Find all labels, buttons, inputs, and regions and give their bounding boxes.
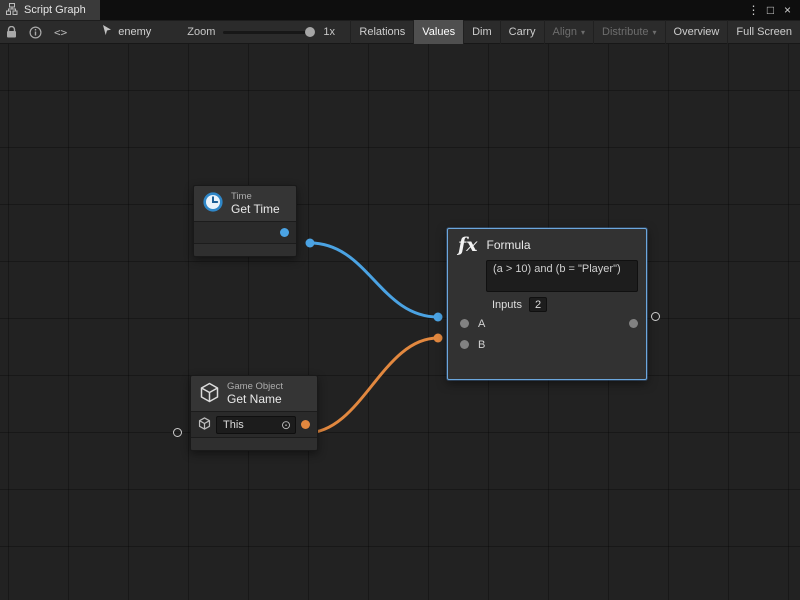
get-name-target-row: This ⊙	[191, 411, 317, 437]
node-get-name[interactable]: Game Object Get Name This ⊙	[190, 375, 318, 451]
wire-gettime-to-formula[interactable]	[310, 243, 438, 317]
formula-external-output-port[interactable]	[651, 312, 660, 321]
node-formula-header[interactable]: fx Formula	[448, 229, 646, 256]
formula-output-port[interactable]	[629, 319, 638, 328]
zoom-value: 1x	[323, 26, 335, 38]
port-label: B	[478, 339, 485, 351]
formula-input-row-b: B	[448, 334, 646, 355]
graph-reference[interactable]: enemy	[101, 24, 151, 40]
values-button[interactable]: Values	[413, 20, 463, 44]
node-formula[interactable]: fx Formula (a > 10) and (b = "Player") I…	[447, 228, 647, 380]
info-icon[interactable]	[23, 21, 48, 43]
get-time-output-row	[194, 221, 296, 243]
chevron-down-icon: ▾	[653, 28, 657, 37]
node-title: Get Name	[227, 392, 283, 406]
node-get-time-header[interactable]: Time Get Time	[194, 186, 296, 221]
zoom-slider-handle[interactable]	[305, 27, 315, 37]
node-title: Formula	[487, 238, 531, 252]
formula-expression-input[interactable]: (a > 10) and (b = "Player")	[486, 260, 638, 292]
formula-input-row-a: A	[448, 313, 646, 334]
graph-pointer-icon	[101, 24, 113, 40]
maximize-icon[interactable]: □	[762, 0, 779, 20]
overview-button[interactable]: Overview	[665, 20, 728, 44]
window-menu-icon[interactable]: ⋮	[745, 0, 762, 20]
clock-icon	[202, 191, 224, 216]
zoom-control: Zoom 1x	[187, 25, 335, 39]
chevron-down-icon: ▾	[581, 28, 585, 37]
get-name-output-port[interactable]	[301, 420, 310, 429]
connections-layer	[0, 44, 800, 600]
node-get-name-header[interactable]: Game Object Get Name	[191, 376, 317, 411]
node-get-time[interactable]: Time Get Time	[193, 185, 297, 257]
node-title: Get Time	[231, 202, 280, 216]
formula-inputs-label: Inputs	[492, 299, 522, 311]
window-tab[interactable]: Script Graph	[0, 0, 100, 20]
script-graph-icon	[6, 3, 18, 18]
formula-inputs-count-field[interactable]: 2	[529, 297, 547, 312]
dim-button[interactable]: Dim	[463, 20, 500, 44]
zoom-slider[interactable]	[223, 25, 315, 39]
formula-input-port-b[interactable]	[460, 340, 469, 349]
wire-endpoint-blue-end[interactable]	[434, 313, 443, 322]
carry-button[interactable]: Carry	[500, 20, 544, 44]
node-category: Time	[231, 191, 280, 202]
get-name-external-input-port[interactable]	[173, 428, 182, 437]
wire-endpoint-orange-end[interactable]	[434, 334, 443, 343]
distribute-button[interactable]: Distribute▾	[593, 20, 664, 44]
target-object-field[interactable]: This ⊙	[216, 416, 296, 434]
object-picker-icon[interactable]: ⊙	[281, 419, 291, 431]
get-time-output-port[interactable]	[280, 228, 289, 237]
cube-icon-small	[198, 417, 211, 433]
align-button[interactable]: Align▾	[544, 20, 593, 44]
code-icon[interactable]: <>	[48, 21, 73, 43]
script-graph-window: Script Graph ⋮ □ × <> enemy Zoom	[0, 0, 800, 600]
fullscreen-button[interactable]: Full Screen	[727, 20, 800, 44]
close-icon[interactable]: ×	[779, 0, 796, 20]
node-footer	[191, 437, 317, 450]
relations-button[interactable]: Relations	[350, 20, 413, 44]
wire-endpoint-blue-start[interactable]	[306, 239, 315, 248]
lock-icon[interactable]	[0, 21, 23, 43]
graph-canvas[interactable]: Time Get Time fx Formula (a > 10) and (b…	[0, 44, 800, 600]
window-title: Script Graph	[24, 4, 86, 16]
port-label: A	[478, 318, 485, 330]
graph-name: enemy	[118, 26, 151, 38]
zoom-label: Zoom	[187, 26, 215, 38]
node-footer	[194, 243, 296, 256]
node-category: Game Object	[227, 381, 283, 392]
target-object-value: This	[223, 419, 281, 431]
titlebar: Script Graph ⋮ □ ×	[0, 0, 800, 20]
zoom-slider-track[interactable]	[223, 31, 315, 34]
titlebar-spacer	[100, 0, 745, 20]
wire-getname-to-formula[interactable]	[306, 338, 438, 433]
formula-fx-icon: fx	[458, 235, 478, 255]
graph-toolbar: <> enemy Zoom 1x Relations Values Dim Ca…	[0, 20, 800, 44]
formula-input-port-a[interactable]	[460, 319, 469, 328]
cube-icon	[199, 382, 220, 406]
